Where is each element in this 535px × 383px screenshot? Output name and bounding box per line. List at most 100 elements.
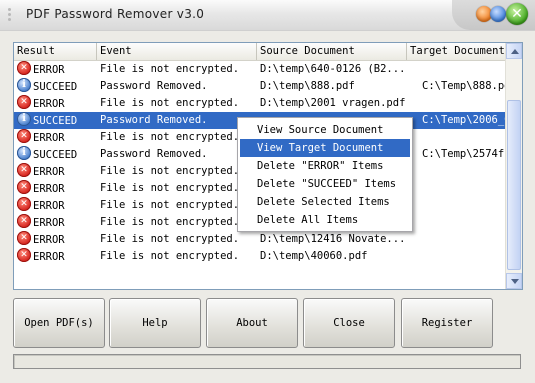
error-icon	[17, 129, 31, 143]
menu-item-delete-error[interactable]: Delete "ERROR" Items	[240, 157, 410, 175]
event-cell: File is not encrypted.	[100, 233, 240, 245]
open-pdfs-button[interactable]: Open PDF(s)	[13, 298, 105, 348]
event-cell: Password Removed.	[100, 148, 208, 160]
target-cell: C:\Temp\2574fcb0	[422, 148, 508, 160]
app-window: PDF Password Remover v3.0 ✕ Result Event…	[0, 0, 535, 383]
result-text: SUCCEED	[33, 81, 78, 93]
result-cell: SUCCEED	[17, 78, 95, 95]
scroll-down-button[interactable]	[506, 273, 522, 289]
vertical-scrollbar[interactable]	[505, 43, 522, 289]
event-cell: File is not encrypted.	[100, 97, 240, 109]
maximize-icon[interactable]	[490, 6, 506, 22]
column-header-source[interactable]: Source Document	[257, 43, 407, 60]
result-cell: ERROR	[17, 163, 95, 180]
column-header-target[interactable]: Target Document	[407, 43, 506, 60]
table-header: Result Event Source Document Target Docu…	[14, 43, 506, 61]
column-header-result[interactable]: Result	[14, 43, 97, 60]
result-cell: ERROR	[17, 214, 95, 231]
register-button[interactable]: Register	[401, 298, 493, 348]
scroll-up-button[interactable]	[506, 43, 522, 59]
target-cell	[422, 95, 508, 112]
error-icon	[17, 180, 31, 194]
context-menu: View Source Document View Target Documen…	[237, 117, 413, 232]
info-icon	[17, 78, 31, 92]
arrow-up-icon	[511, 49, 519, 54]
result-text: ERROR	[33, 98, 65, 110]
menu-item-delete-all[interactable]: Delete All Items	[240, 211, 410, 229]
menu-item-delete-selected[interactable]: Delete Selected Items	[240, 193, 410, 211]
target-cell	[422, 248, 508, 265]
status-bar	[13, 354, 521, 369]
result-cell: ERROR	[17, 231, 95, 248]
source-cell: D:\temp\12416 Novate...	[260, 233, 406, 245]
grip-icon	[6, 6, 14, 24]
result-text: SUCCEED	[33, 115, 78, 127]
target-cell	[422, 197, 508, 214]
error-icon	[17, 163, 31, 177]
menu-item-delete-succeed[interactable]: Delete "SUCCEED" Items	[240, 175, 410, 193]
target-cell	[422, 214, 508, 231]
result-text: SUCCEED	[33, 149, 78, 161]
arrow-down-icon	[511, 279, 519, 284]
about-button[interactable]: About	[206, 298, 298, 348]
error-icon	[17, 95, 31, 109]
title-bar[interactable]: PDF Password Remover v3.0 ✕	[0, 0, 535, 31]
source-cell: D:\temp\640-0126 (B2...	[260, 63, 406, 75]
event-cell: File is not encrypted.	[100, 63, 240, 75]
scrollbar-thumb[interactable]	[507, 100, 521, 270]
result-cell: ERROR	[17, 61, 95, 78]
table-row[interactable]: ERROR File is not encrypted. D:\temp\2001 …	[14, 95, 506, 112]
result-text: ERROR	[33, 251, 65, 263]
info-icon	[17, 112, 31, 126]
event-cell: File is not encrypted.	[100, 199, 240, 211]
result-cell: ERROR	[17, 129, 95, 146]
result-cell: SUCCEED	[17, 112, 95, 129]
source-cell: D:\temp\888.pdf	[260, 80, 355, 92]
column-header-event[interactable]: Event	[97, 43, 257, 60]
target-cell	[422, 180, 508, 197]
result-text: ERROR	[33, 217, 65, 229]
result-cell: SUCCEED	[17, 146, 95, 163]
event-cell: File is not encrypted.	[100, 216, 240, 228]
menu-item-view-target[interactable]: View Target Document	[240, 139, 410, 157]
close-window-button[interactable]: ✕	[506, 3, 528, 25]
target-cell	[422, 163, 508, 180]
table-row[interactable]: ERROR File is not encrypted. D:\temp\640-0…	[14, 61, 506, 78]
target-cell	[422, 61, 508, 78]
error-icon	[17, 197, 31, 211]
event-cell: File is not encrypted.	[100, 165, 240, 177]
error-icon	[17, 61, 31, 75]
result-text: ERROR	[33, 234, 65, 246]
result-text: ERROR	[33, 166, 65, 178]
result-cell: ERROR	[17, 95, 95, 112]
table-row[interactable]: SUCCEED Password Removed. D:\temp\888.pdf C…	[14, 78, 508, 95]
target-cell	[422, 129, 508, 146]
error-icon	[17, 214, 31, 228]
result-text: ERROR	[33, 132, 65, 144]
event-cell: File is not encrypted.	[100, 182, 240, 194]
target-cell: C:\Temp\2006_Cat	[422, 114, 508, 126]
error-icon	[17, 248, 31, 262]
target-cell: C:\Temp\888.pdf	[422, 80, 508, 92]
event-cell: File is not encrypted.	[100, 131, 240, 143]
result-cell: ERROR	[17, 248, 95, 265]
window-title: PDF Password Remover v3.0	[26, 7, 205, 21]
event-cell: File is not encrypted.	[100, 250, 240, 262]
result-text: ERROR	[33, 64, 65, 76]
error-icon	[17, 231, 31, 245]
help-button[interactable]: Help	[109, 298, 201, 348]
close-button[interactable]: Close	[303, 298, 395, 348]
table-row[interactable]: ERROR File is not encrypted. D:\temp\40060…	[14, 248, 506, 265]
result-cell: ERROR	[17, 180, 95, 197]
event-cell: Password Removed.	[100, 80, 208, 92]
table-row[interactable]: ERROR File is not encrypted. D:\temp\12416…	[14, 231, 506, 248]
result-text: ERROR	[33, 183, 65, 195]
menu-item-view-source[interactable]: View Source Document	[240, 121, 410, 139]
result-text: ERROR	[33, 200, 65, 212]
source-cell: D:\temp\2001 vragen.pdf	[260, 97, 406, 109]
target-cell	[422, 231, 508, 248]
event-cell: Password Removed.	[100, 114, 208, 126]
info-icon	[17, 146, 31, 160]
source-cell: D:\temp\40060.pdf	[260, 250, 368, 262]
result-cell: ERROR	[17, 197, 95, 214]
